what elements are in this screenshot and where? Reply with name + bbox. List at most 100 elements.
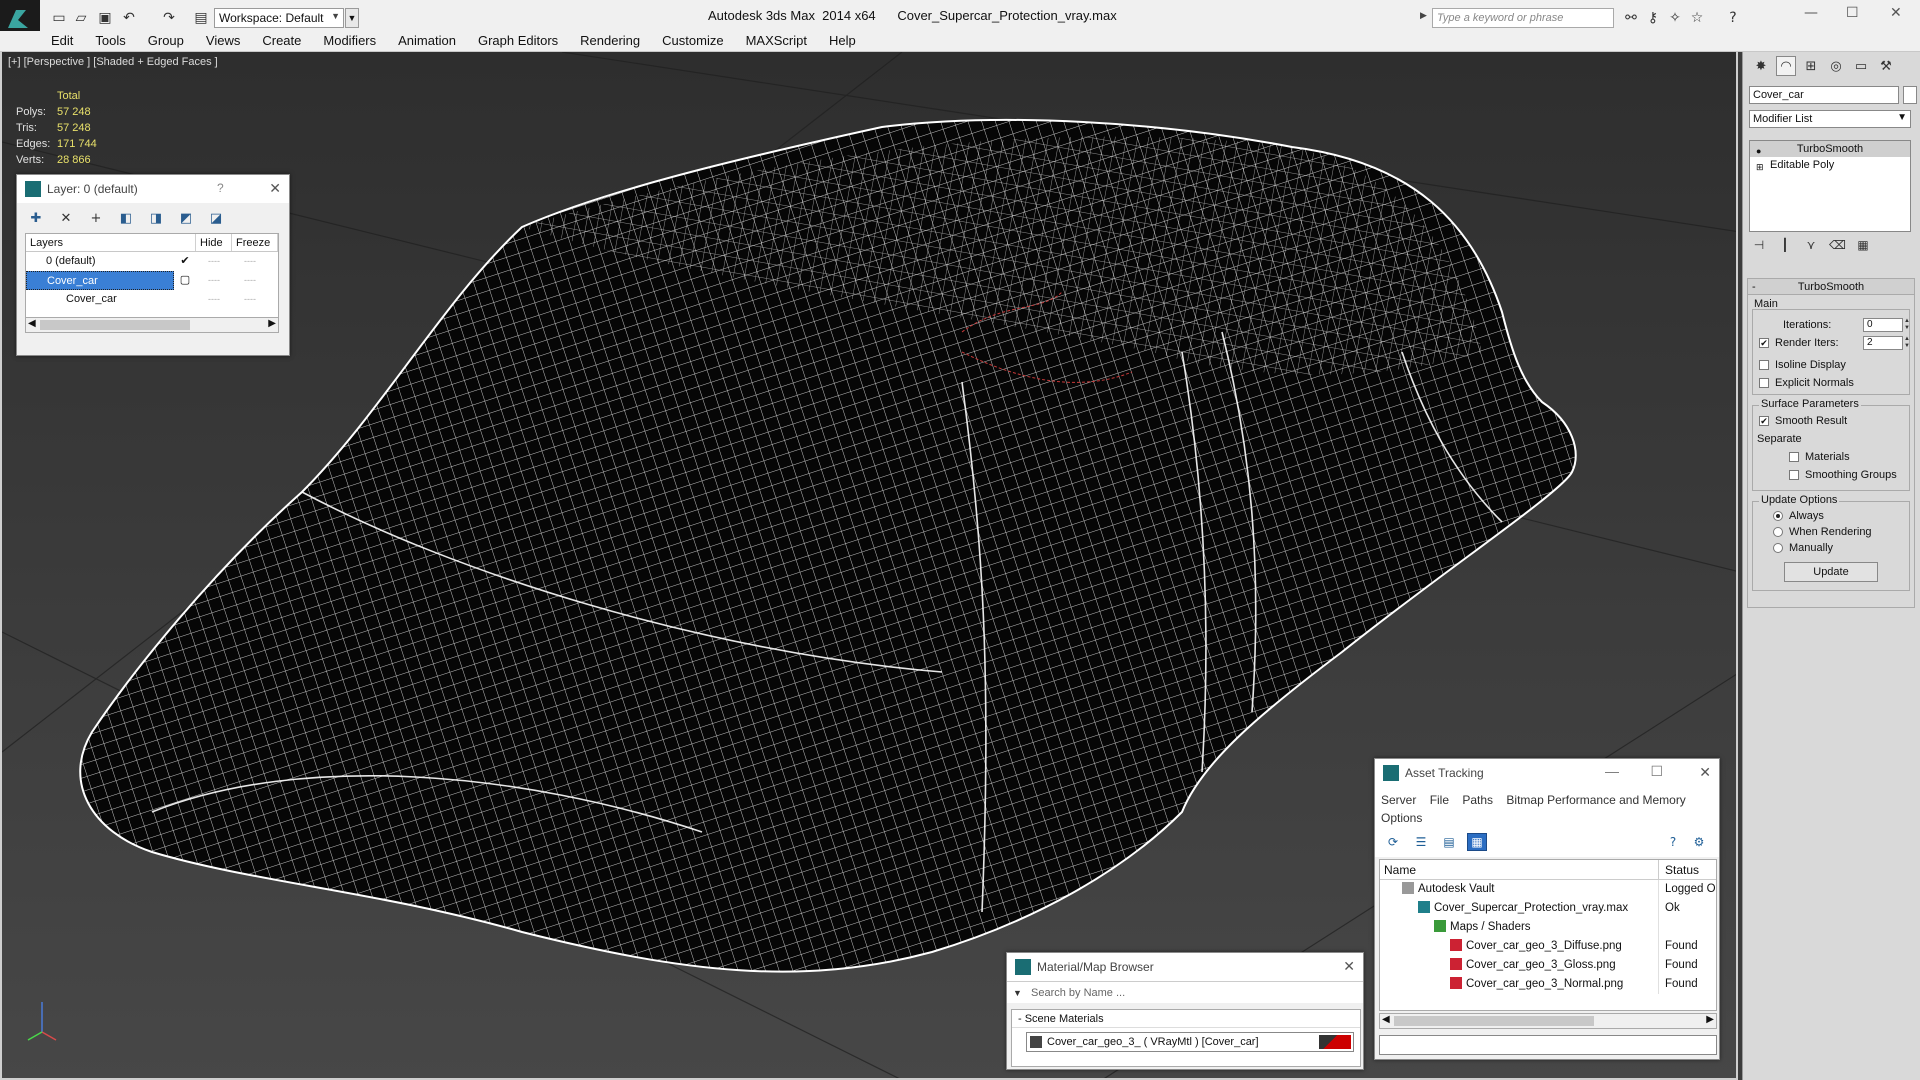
menu-group[interactable]: Group — [137, 32, 195, 50]
save-file-icon[interactable]: ▣ — [96, 9, 114, 27]
create-tab-icon[interactable]: ✸ — [1751, 56, 1771, 76]
highlight-layer-icon[interactable]: ◨ — [147, 209, 165, 227]
spinner-arrows-icon[interactable]: ▲ ▼ — [1904, 318, 1910, 332]
materials-checkbox[interactable] — [1789, 452, 1799, 462]
hide-toggle[interactable]: ---- — [196, 271, 232, 290]
help-icon[interactable]: ? — [217, 181, 224, 195]
layer-panel-titlebar[interactable]: Layer: 0 (default) ? ✕ — [17, 175, 289, 203]
iterations-spinner[interactable]: 0 ▲ ▼ — [1863, 318, 1910, 332]
object-color-swatch[interactable] — [1903, 86, 1917, 104]
menu-edit[interactable]: Edit — [40, 32, 84, 50]
help-icon[interactable]: ? — [1663, 833, 1683, 851]
render-iters-checkbox[interactable]: ✔ — [1759, 338, 1769, 348]
create-layer-icon[interactable]: ✚ — [27, 209, 45, 227]
binoculars-icon[interactable]: ⚯ — [1622, 9, 1640, 27]
layer-object-row[interactable]: Cover_car ---- ---- — [26, 290, 278, 309]
filter-dropdown-icon[interactable]: ▼ — [1013, 982, 1022, 1004]
close-icon[interactable]: ✕ — [1699, 765, 1711, 781]
menu-create[interactable]: Create — [251, 32, 312, 50]
menu-modifiers[interactable]: Modifiers — [312, 32, 387, 50]
motion-tab-icon[interactable]: ◎ — [1826, 56, 1846, 76]
modifier-list-dropdown[interactable]: Modifier List ▼ — [1749, 110, 1911, 128]
configure-modifier-sets-icon[interactable]: ▦ — [1855, 238, 1871, 254]
scene-materials-group[interactable]: - Scene Materials — [1012, 1010, 1360, 1028]
object-name-field[interactable]: Cover_car — [1749, 86, 1899, 104]
menu-animation[interactable]: Animation — [387, 32, 467, 50]
scroll-thumb[interactable] — [1394, 1016, 1594, 1026]
isoline-checkbox[interactable] — [1759, 360, 1769, 370]
close-icon[interactable]: ✕ — [269, 181, 281, 197]
workspace-dropdown[interactable]: Workspace: Default ▼ — [214, 8, 344, 28]
stack-item-editable-poly[interactable]: ⊞ Editable Poly — [1750, 157, 1910, 173]
column-name[interactable]: Name — [1380, 860, 1658, 879]
collapse-icon[interactable]: - — [1752, 279, 1756, 295]
horizontal-scrollbar[interactable]: ◀ ▶ — [1379, 1013, 1717, 1029]
settings-icon[interactable]: ⚙ — [1689, 833, 1709, 851]
scroll-left-icon[interactable]: ◀ — [28, 318, 36, 329]
menu-bitmap-performance[interactable]: Bitmap Performance and Memory — [1506, 793, 1685, 807]
maximize-icon[interactable]: ☐ — [1650, 763, 1663, 780]
hierarchy-tab-icon[interactable]: ⊞ — [1801, 56, 1821, 76]
freeze-toggle[interactable]: ---- — [232, 271, 268, 290]
menu-views[interactable]: Views — [195, 32, 251, 50]
new-file-icon[interactable]: ▭ — [50, 9, 68, 27]
select-in-layer-icon[interactable]: ◧ — [117, 209, 135, 227]
smoothing-groups-checkbox[interactable] — [1789, 470, 1799, 480]
manually-radio[interactable] — [1773, 543, 1783, 553]
project-folder-icon[interactable]: ▤ — [192, 9, 210, 27]
favorites-star-icon[interactable]: ☆ — [1688, 9, 1706, 27]
column-hide[interactable]: Hide — [196, 234, 232, 251]
display-tab-icon[interactable]: ▭ — [1851, 56, 1871, 76]
list-view-icon[interactable]: ☰ — [1411, 833, 1431, 851]
help-icon[interactable]: ? — [1724, 9, 1742, 27]
communication-center-icon[interactable]: ✧ — [1666, 9, 1684, 27]
rollout-header[interactable]: - TurboSmooth — [1748, 279, 1914, 295]
hide-all-layers-icon[interactable]: ◩ — [177, 209, 195, 227]
close-icon[interactable]: ✕ — [1343, 959, 1355, 975]
smooth-result-checkbox[interactable]: ✔ — [1759, 416, 1769, 426]
search-expand-icon[interactable]: ▶ — [1420, 10, 1427, 21]
remove-modifier-icon[interactable]: ⌫ — [1829, 238, 1846, 254]
render-iters-spinner[interactable]: 2 ▲ ▼ — [1863, 336, 1910, 350]
asset-path-field[interactable] — [1379, 1035, 1717, 1055]
close-window-icon[interactable]: ✕ — [1890, 5, 1902, 21]
scroll-left-icon[interactable]: ◀ — [1382, 1014, 1390, 1025]
menu-maxscript[interactable]: MAXScript — [735, 32, 818, 50]
material-item[interactable]: Cover_car_geo_3_ ( VRayMtl ) [Cover_car] — [1026, 1032, 1354, 1052]
freeze-toggle[interactable]: ---- — [232, 252, 268, 271]
layer-row[interactable]: 0 (default) ✔ ---- ---- — [26, 252, 278, 271]
refresh-icon[interactable]: ⟳ — [1383, 833, 1403, 851]
menu-rendering[interactable]: Rendering — [569, 32, 651, 50]
redo-icon[interactable]: ↷ — [160, 9, 178, 27]
asset-row[interactable]: Autodesk Vault Logged O — [1380, 880, 1716, 899]
material-search-input[interactable]: ▼ Search by Name ... — [1007, 981, 1363, 1003]
menu-help[interactable]: Help — [818, 32, 867, 50]
asset-row[interactable]: Maps / Shaders — [1380, 918, 1716, 937]
asset-row[interactable]: Cover_car_geo_3_Diffuse.png Found — [1380, 937, 1716, 956]
pin-stack-icon[interactable]: ⊣ — [1751, 238, 1767, 254]
column-status[interactable]: Status — [1658, 860, 1716, 879]
stack-item-turbosmooth[interactable]: ● TurboSmooth — [1750, 141, 1910, 157]
undo-icon[interactable]: ↶ — [120, 9, 138, 27]
hide-toggle[interactable]: ---- — [196, 290, 232, 309]
show-end-result-icon[interactable]: ┃ — [1777, 238, 1793, 254]
menu-options[interactable]: Options — [1381, 811, 1422, 825]
asset-row[interactable]: Cover_Supercar_Protection_vray.max Ok — [1380, 899, 1716, 918]
explicit-normals-checkbox[interactable] — [1759, 378, 1769, 388]
asset-row[interactable]: Cover_car_geo_3_Gloss.png Found — [1380, 956, 1716, 975]
freeze-toggle[interactable]: ---- — [232, 290, 268, 309]
workspace-expand-button[interactable]: ▼ — [345, 8, 359, 28]
set-current-layer-icon[interactable]: ▢ — [174, 271, 196, 290]
menu-tools[interactable]: Tools — [84, 32, 136, 50]
expand-plus-icon[interactable]: ⊞ — [1756, 159, 1764, 175]
scroll-thumb[interactable] — [40, 320, 190, 330]
utilities-tab-icon[interactable]: ⚒ — [1876, 56, 1896, 76]
update-button[interactable]: Update — [1784, 562, 1878, 582]
always-radio[interactable] — [1773, 511, 1783, 521]
table-view-icon[interactable]: ▦ — [1467, 833, 1487, 851]
active-layer-check-icon[interactable]: ✔ — [174, 252, 196, 271]
open-file-icon[interactable]: ▱ — [72, 9, 90, 27]
asset-row[interactable]: Cover_car_geo_3_Normal.png Found — [1380, 975, 1716, 994]
spinner-arrows-icon[interactable]: ▲ ▼ — [1904, 336, 1910, 350]
column-freeze[interactable]: Freeze — [232, 234, 278, 251]
